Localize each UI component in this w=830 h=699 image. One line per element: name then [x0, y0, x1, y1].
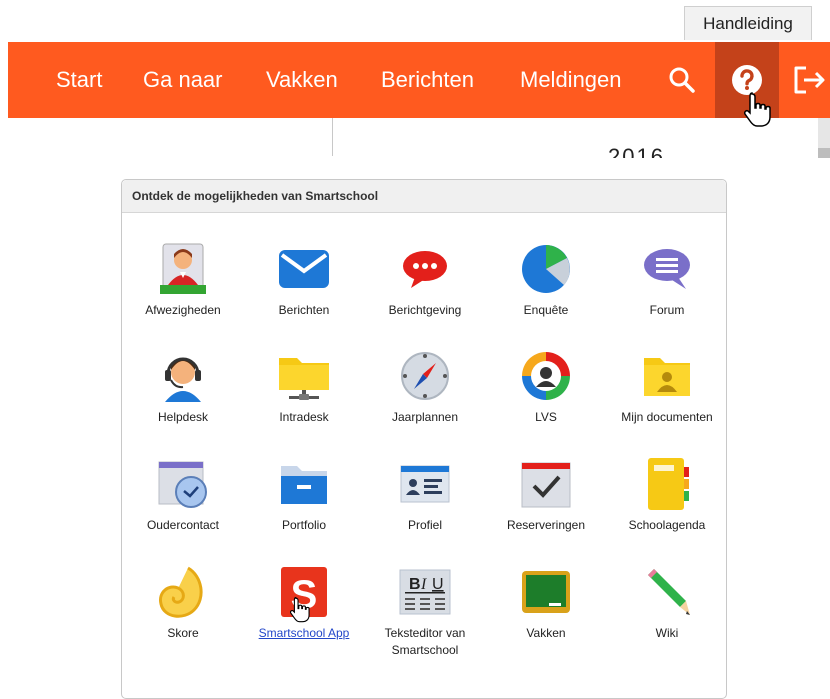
app-berichten[interactable]: Berichten	[243, 240, 365, 319]
app-skore[interactable]: Skore	[122, 563, 244, 642]
app-profiel[interactable]: Profiel	[364, 455, 486, 534]
app-label: Berichten	[278, 303, 330, 317]
help-tooltip: Handleiding	[684, 6, 812, 40]
app-helpdesk[interactable]: Helpdesk	[122, 347, 244, 426]
pencil-icon	[638, 563, 696, 621]
personal-folder-icon	[638, 347, 696, 405]
hand-cursor-icon	[290, 596, 312, 629]
app-forum[interactable]: Forum	[606, 240, 728, 319]
svg-text:U: U	[432, 576, 444, 593]
app-label: Teksteditor van Smartschool	[384, 626, 466, 657]
app-label: Helpdesk	[157, 410, 209, 424]
app-label: Portfolio	[281, 518, 327, 532]
app-label: Reserveringen	[506, 518, 586, 532]
app-oudercontact[interactable]: Oudercontact	[122, 455, 244, 534]
chalkboard-icon	[517, 563, 575, 621]
discover-panel: Ontdek de mogelijkheden van Smartschool …	[121, 179, 727, 699]
scrollbar[interactable]	[818, 118, 830, 158]
envelope-icon	[275, 240, 333, 298]
search-icon[interactable]	[662, 42, 702, 118]
app-label: Mijn documenten	[621, 410, 713, 424]
app-vakken[interactable]: Vakken	[485, 563, 607, 642]
app-label: Skore	[167, 626, 199, 640]
compass-icon	[396, 347, 454, 405]
pie-chart-icon	[517, 240, 575, 298]
nav-berichten[interactable]: Berichten	[381, 42, 474, 118]
chat-bubble-icon	[396, 240, 454, 298]
text-editor-icon: B I U	[396, 563, 454, 621]
app-reserveringen[interactable]: Reserveringen	[485, 455, 607, 534]
absence-person-icon	[154, 240, 212, 298]
nav-meldingen[interactable]: Meldingen	[520, 42, 622, 118]
top-navbar: Start Ga naar Vakken Berichten Meldingen	[8, 42, 830, 118]
app-afwezigheden[interactable]: Afwezigheden	[122, 240, 244, 319]
app-lvs[interactable]: LVS	[485, 347, 607, 426]
shell-icon	[154, 563, 212, 621]
id-card-icon	[396, 455, 454, 513]
logout-icon[interactable]	[788, 42, 830, 118]
blue-folder-icon	[275, 455, 333, 513]
svg-text:I: I	[420, 576, 427, 593]
app-label: LVS	[535, 410, 557, 424]
app-label: Forum	[649, 303, 685, 317]
nav-start[interactable]: Start	[56, 42, 102, 118]
content-divider	[332, 118, 333, 156]
calendar-check-icon	[517, 455, 575, 513]
app-mijn-documenten[interactable]: Mijn documenten	[606, 347, 728, 426]
app-schoolagenda[interactable]: Schoolagenda	[606, 455, 728, 534]
app-berichtgeving[interactable]: Berichtgeving	[364, 240, 486, 319]
forum-bubble-icon	[638, 240, 696, 298]
app-label: Wiki	[655, 626, 679, 640]
panel-title: Ontdek de mogelijkheden van Smartschool	[122, 180, 726, 213]
app-label: Jaarplannen	[391, 410, 459, 424]
app-label: Intradesk	[279, 410, 329, 424]
app-label: Enquête	[523, 303, 569, 317]
network-folder-icon	[275, 347, 333, 405]
app-label: Profiel	[407, 518, 442, 532]
student-tracking-icon	[517, 347, 575, 405]
svg-text:B: B	[409, 576, 421, 593]
calendar-clock-icon	[154, 455, 212, 513]
hand-cursor-icon	[744, 92, 774, 133]
nav-ga-naar[interactable]: Ga naar	[143, 42, 223, 118]
app-jaarplannen[interactable]: Jaarplannen	[364, 347, 486, 426]
app-label: Schoolagenda	[628, 518, 706, 532]
nav-vakken[interactable]: Vakken	[266, 42, 338, 118]
app-wiki[interactable]: Wiki	[606, 563, 728, 642]
app-teksteditor[interactable]: B I U Teksteditor van Smartschool	[364, 563, 486, 659]
yellow-notebook-icon	[638, 455, 696, 513]
headset-person-icon	[154, 347, 212, 405]
app-label: Vakken	[526, 626, 566, 640]
app-label: Afwezigheden	[145, 303, 221, 317]
app-portfolio[interactable]: Portfolio	[243, 455, 365, 534]
app-label: Oudercontact	[146, 518, 220, 532]
partial-year-text: 2016	[608, 146, 678, 158]
app-label: Berichtgeving	[388, 303, 462, 317]
app-enquete[interactable]: Enquête	[485, 240, 607, 319]
app-intradesk[interactable]: Intradesk	[243, 347, 365, 426]
